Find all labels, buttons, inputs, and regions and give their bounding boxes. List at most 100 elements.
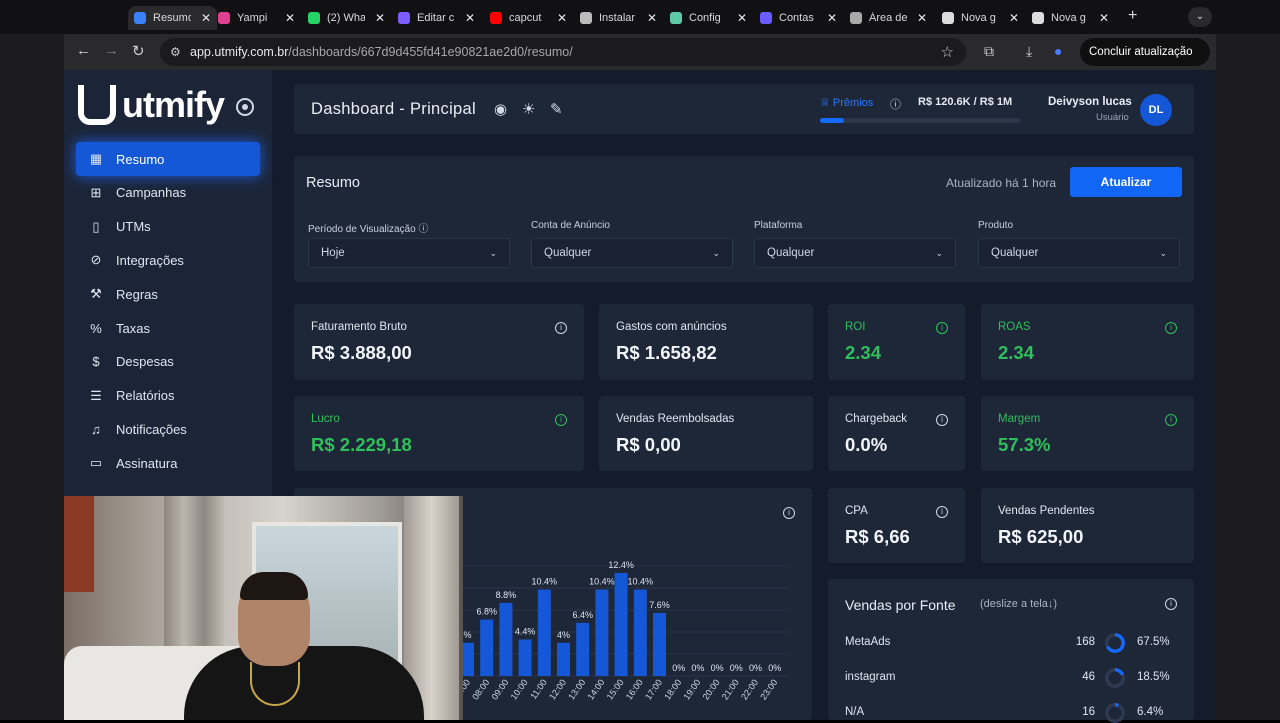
sidebar-item-campanhas[interactable]: ⊞ Campanhas — [76, 176, 260, 210]
chevron-down-icon: ⌄ — [489, 248, 497, 258]
chart-bar[interactable] — [480, 619, 494, 676]
info-icon[interactable]: ⓘ — [890, 96, 901, 112]
fonte-row: MetaAds 168 67.5% — [845, 633, 1185, 653]
tab-strip: Resumo ✕ Yampi ✕ (2) Wha ✕ Editar c ✕ capcut ✕ Ins… — [0, 0, 1280, 34]
browser-toolbar: ← → ↻ ⚙ app.utmify.com.br/dashboards/667… — [64, 34, 1216, 86]
close-icon[interactable]: ✕ — [201, 11, 211, 25]
close-icon[interactable]: ✕ — [1009, 11, 1019, 25]
card-chargeback: Chargeback 0.0% i — [828, 396, 965, 471]
sidebar-item-assinatura[interactable]: ▭ Assinatura — [76, 446, 260, 480]
chart-bar[interactable] — [518, 639, 532, 676]
browser-tab[interactable]: (2) Wha ✕ — [308, 6, 385, 30]
avatar[interactable]: DL — [1140, 94, 1172, 126]
close-icon[interactable]: ✕ — [737, 11, 747, 25]
browser-tab[interactable]: Resumo ✕ — [128, 6, 218, 30]
card-value: 57.3% — [998, 434, 1051, 455]
back-icon[interactable]: ← — [76, 42, 91, 59]
sidebar-item-despesas[interactable]: $ Despesas — [76, 345, 260, 379]
sidebar-item-resumo[interactable]: ▦ Resumo — [76, 142, 260, 176]
filter-select[interactable]: Qualquer ⌄ — [754, 238, 956, 268]
chart-bar[interactable] — [499, 602, 513, 676]
eye-icon[interactable]: ◉ — [494, 100, 507, 118]
bookmark-star-icon[interactable]: ☆ — [941, 43, 954, 61]
user-role: Usuário — [1096, 112, 1129, 123]
extensions-icon[interactable]: ⧉ — [984, 43, 994, 60]
reload-icon[interactable]: ↻ — [132, 42, 145, 60]
browser-tab[interactable]: Config ✕ — [670, 6, 747, 30]
browser-tab[interactable]: Yampi ✕ — [218, 6, 295, 30]
close-icon[interactable]: ✕ — [465, 11, 475, 25]
sidebar-item-relatórios[interactable]: ☰ Relatórios — [76, 379, 260, 413]
browser-update-button[interactable]: Concluir atualização ⋮ — [1080, 38, 1210, 86]
download-icon[interactable]: ⤓ — [1026, 43, 1032, 60]
target-icon[interactable] — [236, 98, 254, 116]
close-icon[interactable]: ✕ — [557, 11, 567, 25]
browser-tab[interactable]: Instalar ✕ — [580, 6, 657, 30]
filter-select[interactable]: Qualquer ⌄ — [531, 238, 733, 268]
chart-data-label: 4.4% — [515, 626, 536, 636]
info-icon[interactable]: i — [936, 506, 948, 518]
card-label: Faturamento Bruto — [311, 321, 407, 333]
bell-icon: ♫ — [91, 421, 101, 437]
folder-plus-icon: ⊞ — [90, 184, 102, 200]
sidebar-item-regras[interactable]: ⚒ Regras — [76, 277, 260, 311]
chart-bar[interactable] — [576, 622, 590, 676]
chart-bar[interactable] — [653, 612, 666, 676]
chart-bar[interactable] — [557, 642, 570, 676]
close-icon[interactable]: ✕ — [1099, 11, 1109, 25]
filter-0: Período de Visualização ⓘ Hoje ⌄ — [308, 220, 510, 268]
premios-link[interactable]: ♕ Prêmios — [820, 96, 873, 109]
info-icon[interactable]: i — [1165, 598, 1177, 610]
site-info-icon[interactable]: ⚙ — [170, 45, 181, 59]
profile-icon[interactable]: ● — [1054, 43, 1062, 59]
sun-icon[interactable]: ☀ — [522, 100, 535, 118]
sidebar-item-utms[interactable]: ▯ UTMs — [76, 210, 260, 244]
credit-card-icon: ▭ — [89, 455, 103, 471]
browser-tab[interactable]: Contas ✕ — [760, 6, 837, 30]
info-icon[interactable]: i — [1165, 414, 1177, 426]
tab-label: capcut — [509, 12, 542, 24]
chart-bar[interactable] — [595, 589, 609, 676]
info-icon[interactable]: i — [936, 322, 948, 334]
close-icon[interactable]: ✕ — [285, 11, 295, 25]
sidebar-item-taxas[interactable]: % Taxas — [76, 311, 260, 345]
utmify-logo[interactable]: utmify — [78, 84, 225, 126]
browser-tab[interactable]: capcut ✕ — [490, 6, 567, 30]
new-tab-button[interactable]: + — [1128, 7, 1137, 25]
link-icon: ⊘ — [90, 252, 102, 268]
sidebar-item-notificações[interactable]: ♫ Notificações — [76, 412, 260, 446]
info-icon[interactable]: i — [783, 507, 795, 519]
address-bar[interactable]: ⚙ app.utmify.com.br/dashboards/667d9d455… — [160, 38, 966, 66]
chart-bar[interactable] — [537, 589, 551, 676]
info-icon[interactable]: i — [1165, 322, 1177, 334]
chart-bar[interactable] — [614, 572, 628, 676]
browser-tab[interactable]: Nova g ✕ — [1032, 6, 1109, 30]
filter-select[interactable]: Qualquer ⌄ — [978, 238, 1180, 268]
browser-tab[interactable]: Área de ✕ — [850, 6, 927, 30]
browser-tab[interactable]: Editar c ✕ — [398, 6, 475, 30]
fonte-donut-icon — [1105, 703, 1125, 723]
chart-tick-label: 09:00 — [489, 677, 510, 701]
chart-bar[interactable] — [633, 589, 647, 676]
sidebar-item-integrações[interactable]: ⊘ Integrações — [76, 243, 260, 277]
close-icon[interactable]: ✕ — [647, 11, 657, 25]
info-icon[interactable]: i — [555, 322, 567, 334]
close-icon[interactable]: ✕ — [827, 11, 837, 25]
close-icon[interactable]: ✕ — [917, 11, 927, 25]
tab-search-button[interactable]: ⌄ — [1188, 7, 1212, 27]
chart-data-label: 6.8% — [476, 607, 497, 617]
card-pendentes: Vendas Pendentes R$ 625,00 — [981, 488, 1194, 563]
info-icon[interactable]: i — [555, 414, 567, 426]
chevron-down-icon: ⌄ — [935, 248, 943, 258]
filter-select[interactable]: Hoje ⌄ — [308, 238, 510, 268]
browser-tab[interactable]: Nova g ✕ — [942, 6, 1019, 30]
forward-icon[interactable]: → — [104, 42, 119, 59]
close-icon[interactable]: ✕ — [375, 11, 385, 25]
edit-icon[interactable]: ✎ — [550, 100, 563, 118]
info-icon[interactable]: i — [936, 414, 948, 426]
info-icon[interactable]: ⓘ — [416, 224, 428, 235]
sidebar-item-label: Despesas — [116, 354, 174, 370]
fonte-name: MetaAds — [845, 636, 891, 648]
chart-tick-label: 20:00 — [701, 677, 722, 701]
refresh-button[interactable]: Atualizar — [1070, 167, 1182, 197]
